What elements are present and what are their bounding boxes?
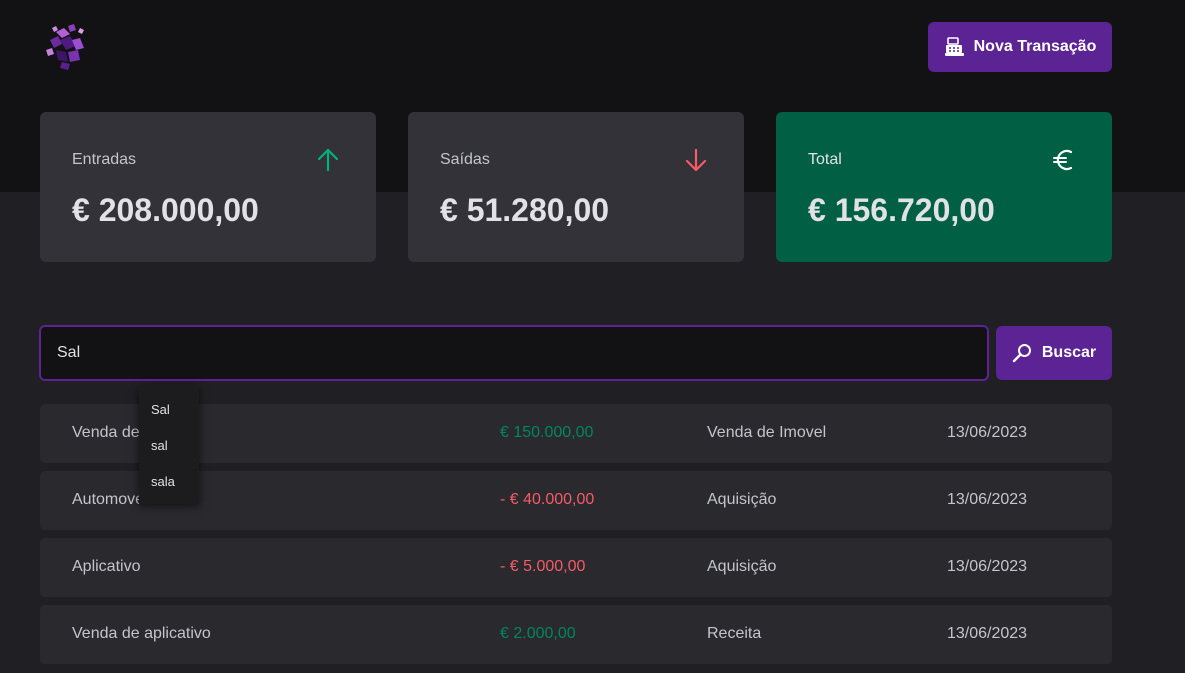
transaction-price: € 2.000,00 <box>500 625 576 642</box>
search-input[interactable] <box>39 325 989 381</box>
outcome-card: Saídas € 51.280,00 <box>408 112 744 262</box>
transaction-category: Aquisição <box>707 491 777 508</box>
transaction-price: - € 5.000,00 <box>500 558 586 575</box>
table-row: Venda de Imovel € 150.000,00 Venda de Im… <box>40 404 1112 463</box>
new-transaction-label: Nova Transação <box>973 38 1097 55</box>
transaction-date: 13/06/2023 <box>947 424 1028 441</box>
transaction-description: Aplicativo <box>72 558 141 575</box>
table-row: Venda de aplicativo € 2.000,00 Receita 1… <box>40 605 1112 664</box>
search-button[interactable]: Buscar <box>996 326 1112 380</box>
income-amount: € 208.000,00 <box>72 192 259 228</box>
new-transaction-button[interactable]: Nova Transação <box>928 22 1112 72</box>
cash-register-icon <box>944 37 964 56</box>
total-card: Total € 156.720,00 <box>776 112 1112 262</box>
autocomplete-dropdown: Sal sal sala <box>139 386 199 504</box>
transaction-category: Receita <box>707 625 762 642</box>
transaction-price: - € 40.000,00 <box>500 491 595 508</box>
total-amount: € 156.720,00 <box>808 192 995 228</box>
table-row: Automovel Tesla - € 40.000,00 Aquisição … <box>40 471 1112 530</box>
magnifier-icon <box>1012 344 1031 363</box>
transaction-description: Venda de aplicativo <box>72 625 211 642</box>
transaction-category: Aquisição <box>707 558 777 575</box>
total-label: Total <box>808 151 842 168</box>
outcome-amount: € 51.280,00 <box>440 192 610 228</box>
transaction-category: Venda de Imovel <box>707 424 827 441</box>
arrow-up-icon <box>317 148 339 172</box>
table-row: Aplicativo - € 5.000,00 Aquisição 13/06/… <box>40 538 1112 597</box>
transaction-date: 13/06/2023 <box>947 491 1028 508</box>
autocomplete-option[interactable]: Sal <box>139 392 199 428</box>
search-button-label: Buscar <box>1041 344 1097 361</box>
outcome-label: Saídas <box>440 151 490 168</box>
euro-icon <box>1053 149 1073 171</box>
autocomplete-option[interactable]: sal <box>139 428 199 464</box>
logo-icon <box>46 24 84 70</box>
income-card: Entradas € 208.000,00 <box>40 112 376 262</box>
autocomplete-option[interactable]: sala <box>139 464 199 500</box>
transaction-date: 13/06/2023 <box>947 625 1028 642</box>
transaction-price: € 150.000,00 <box>500 424 594 441</box>
income-label: Entradas <box>72 151 137 168</box>
transaction-date: 13/06/2023 <box>947 558 1028 575</box>
arrow-down-icon <box>685 148 707 172</box>
